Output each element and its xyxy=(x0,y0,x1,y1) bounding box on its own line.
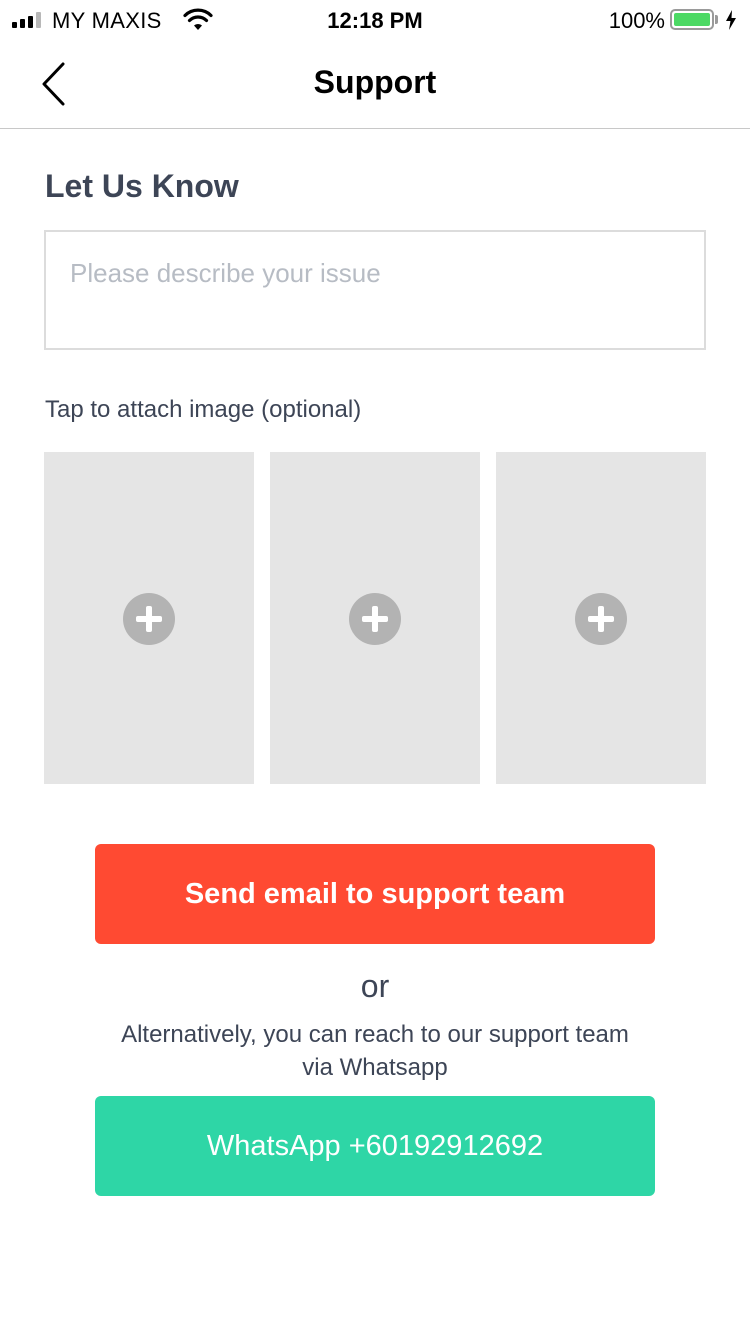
alternative-contact-text: Alternatively, you can reach to our supp… xyxy=(121,1021,629,1081)
image-slot-2[interactable] xyxy=(270,452,480,784)
page-title: Support xyxy=(313,64,437,100)
charging-bolt-icon xyxy=(726,10,736,30)
plus-circle-icon xyxy=(575,593,627,645)
image-slot-1[interactable] xyxy=(44,452,254,784)
plus-circle-icon xyxy=(123,593,175,645)
nav-bar: Support xyxy=(0,40,750,129)
battery-icon xyxy=(670,9,714,30)
plus-circle-icon xyxy=(349,593,401,645)
whatsapp-button[interactable]: WhatsApp +60192912692 xyxy=(95,1096,655,1196)
status-bar: MY MAXIS 12:18 PM 100% xyxy=(0,0,750,40)
attach-image-label: Tap to attach image (optional) xyxy=(45,396,362,423)
send-email-button[interactable]: Send email to support team xyxy=(95,844,655,944)
or-divider-text: or xyxy=(360,968,390,1004)
battery-tip xyxy=(715,15,718,24)
section-title: Let Us Know xyxy=(45,168,239,204)
battery-percent: 100% xyxy=(608,8,665,33)
issue-description-input[interactable] xyxy=(44,230,706,350)
image-slot-3[interactable] xyxy=(496,452,706,784)
